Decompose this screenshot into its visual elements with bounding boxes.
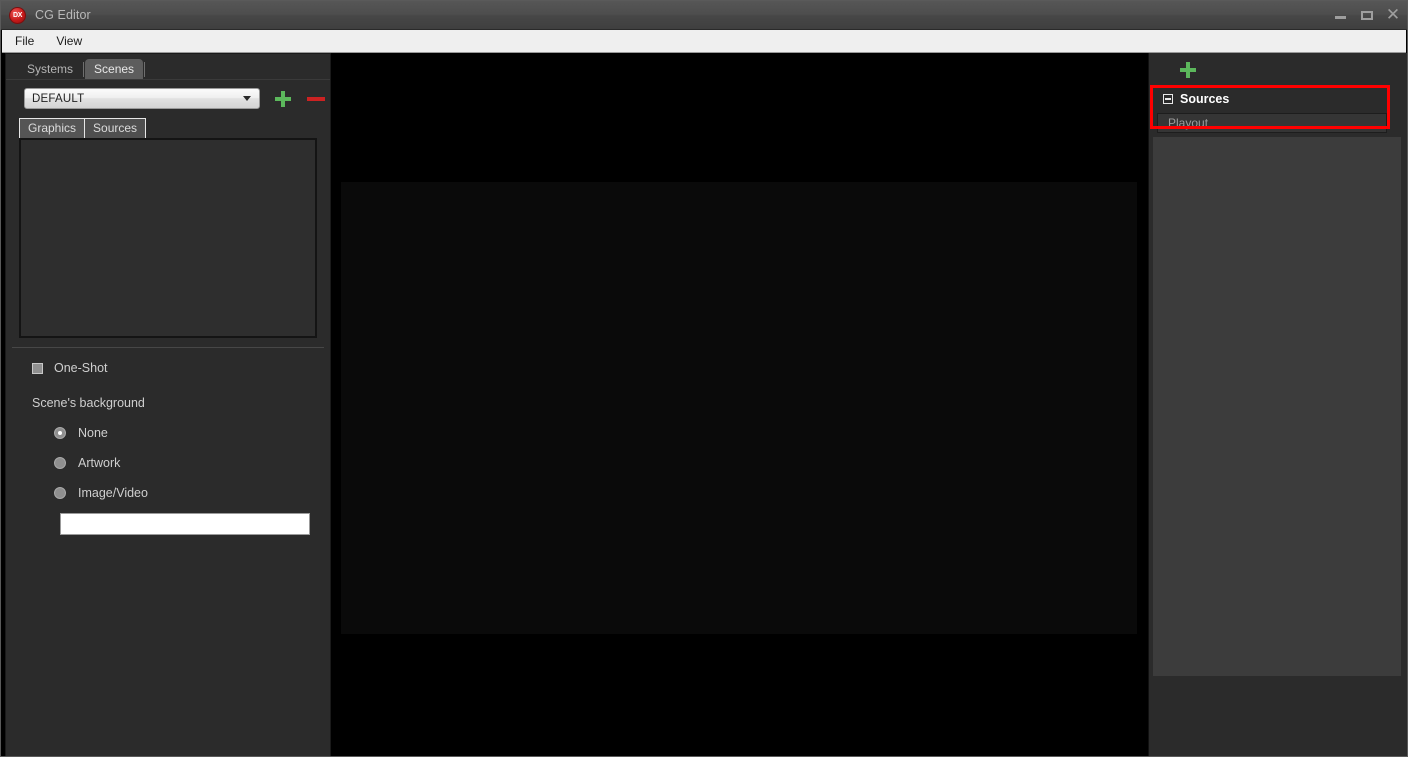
sources-toolbar (1149, 53, 1407, 87)
tab-scenes[interactable]: Scenes (85, 59, 144, 79)
application-window: DX CG Editor ✕ File View Systems Scenes … (0, 0, 1408, 757)
menu-item-view[interactable]: View (47, 32, 91, 50)
radio-artwork-label: Artwork (78, 456, 121, 470)
one-shot-label: One-Shot (54, 361, 108, 375)
scene-select-value: DEFAULT (32, 92, 85, 105)
subtab-graphics[interactable]: Graphics (19, 118, 86, 138)
one-shot-row[interactable]: One-Shot (32, 361, 330, 375)
radio-image-video-label: Image/Video (78, 486, 148, 500)
maximize-icon[interactable] (1359, 7, 1375, 23)
source-item-label: Playout (1168, 116, 1209, 130)
background-path-input[interactable] (60, 513, 310, 535)
app-logo-icon: DX (9, 6, 26, 24)
window-controls: ✕ (1333, 1, 1401, 29)
background-option-image-video[interactable]: Image/Video (32, 486, 330, 500)
minimize-icon[interactable] (1333, 7, 1349, 23)
content-subtabs: Graphics Sources (6, 118, 330, 138)
scene-selector-row: DEFAULT (6, 80, 330, 109)
app-logo-text: DX (12, 11, 23, 19)
tab-separator-right (144, 62, 146, 77)
background-option-none[interactable]: None (32, 426, 330, 440)
menu-bar: File View (2, 30, 1406, 53)
title-bar: DX CG Editor ✕ (1, 1, 1407, 30)
radio-artwork[interactable] (54, 457, 66, 469)
right-panel: Sources Playout (1148, 53, 1407, 756)
scene-options: One-Shot Scene's background None Artwork… (6, 348, 330, 756)
background-section-label: Scene's background (32, 396, 145, 410)
background-option-artwork[interactable]: Artwork (32, 456, 330, 470)
right-panel-footer (1149, 676, 1407, 724)
scene-preview[interactable] (341, 53, 1137, 756)
left-panel: Systems Scenes DEFAULT Graphics Sources (5, 53, 331, 756)
chevron-down-icon (243, 96, 251, 101)
close-icon[interactable]: ✕ (1385, 7, 1401, 24)
sources-group-header[interactable]: Sources (1153, 87, 1389, 110)
radio-none-label: None (78, 426, 108, 440)
collapse-minus-icon[interactable] (1163, 93, 1173, 104)
subtab-sources[interactable]: Sources (84, 118, 147, 138)
window-title: CG Editor (35, 8, 91, 22)
graphics-list[interactable] (19, 138, 317, 338)
tab-systems[interactable]: Systems (18, 59, 82, 79)
preview-letterbox-bottom (341, 634, 1137, 756)
list-item[interactable]: Playout (1157, 113, 1387, 133)
sources-list-body[interactable] (1153, 137, 1401, 676)
scene-select[interactable]: DEFAULT (24, 88, 260, 109)
radio-image-video[interactable] (54, 487, 66, 499)
tab-separator-left (83, 62, 85, 77)
radio-none[interactable] (54, 427, 66, 439)
remove-scene-button[interactable] (306, 89, 326, 109)
workspace: Systems Scenes DEFAULT Graphics Sources (1, 53, 1407, 756)
menu-item-file[interactable]: File (6, 32, 43, 50)
preview-area (331, 53, 1148, 756)
add-source-button[interactable] (1178, 60, 1198, 80)
add-scene-button[interactable] (273, 89, 293, 109)
sources-group-title: Sources (1180, 91, 1230, 106)
panel-tabstrip: Systems Scenes (6, 54, 330, 80)
one-shot-checkbox[interactable] (32, 362, 43, 374)
preview-letterbox-top (341, 53, 1137, 182)
